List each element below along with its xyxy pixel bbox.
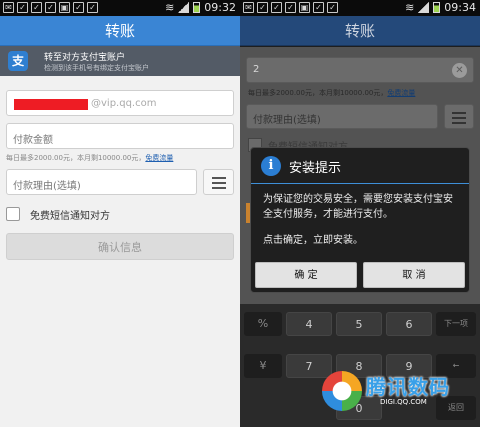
- dialog-message-2: 点击确定，立即安装。: [263, 235, 363, 246]
- notification-icons: ✉ ✓ ✓ ✓ ▣ ✓ ✓: [243, 2, 338, 13]
- check-icon: ✓: [73, 2, 84, 13]
- email-suffix: @vip.qq.com: [91, 98, 157, 109]
- watermark-url: DIGI.QQ.COM: [380, 398, 427, 406]
- check-icon: ✓: [313, 2, 324, 13]
- left-phone-screen: ✉ ✓ ✓ ✓ ▣ ✓ ✓ ≋ 09:32 转账 支 转至对方支付宝账户 检测到…: [0, 0, 240, 427]
- sms-label: 免费短信通知对方: [30, 210, 110, 222]
- limit-hint: 每日最多2000.00元，本月剩10000.00元，免费流量: [248, 89, 416, 97]
- battery-icon: [433, 2, 441, 13]
- list-icon: [452, 112, 466, 114]
- page-title: 转账: [0, 16, 240, 46]
- mail-icon: ✉: [3, 2, 14, 13]
- check-icon: ✓: [257, 2, 268, 13]
- check-icon: ✓: [285, 2, 296, 13]
- signal-icon: [178, 2, 190, 13]
- dialog-message: 为保证您的交易安全，需要您安装支付宝安全支付服务，才能进行支付。: [263, 194, 453, 220]
- reason-menu-button[interactable]: [203, 169, 234, 195]
- clear-icon[interactable]: ✕: [452, 63, 467, 78]
- watermark-text: 腾讯数码: [366, 375, 450, 399]
- reason-placeholder: 付款理由(选填): [253, 115, 321, 126]
- wifi-icon: ≋: [165, 1, 175, 14]
- confirm-button[interactable]: 确认信息: [6, 233, 234, 260]
- account-field[interactable]: @vip.qq.com: [6, 90, 234, 116]
- check-icon: ✓: [31, 2, 42, 13]
- app-icon: ▣: [299, 2, 310, 13]
- key-5[interactable]: 5: [336, 312, 382, 336]
- amount-input[interactable]: 2 ✕: [246, 57, 474, 83]
- check-icon: ✓: [45, 2, 56, 13]
- wifi-icon: ≋: [405, 1, 415, 14]
- alipay-banner: 支 转至对方支付宝账户 检测到该手机号有绑定支付宝账户: [0, 46, 240, 76]
- notification-icons: ✉ ✓ ✓ ✓ ▣ ✓ ✓: [3, 2, 98, 13]
- check-icon: ✓: [17, 2, 28, 13]
- limit-hint-text: 每日最多2000.00元，本月剩10000.00元: [6, 154, 139, 162]
- reason-input[interactable]: 付款理由(选填): [246, 104, 438, 129]
- reason-input[interactable]: 付款理由(选填): [6, 169, 197, 195]
- check-icon: ✓: [327, 2, 338, 13]
- check-icon: ✓: [271, 2, 282, 13]
- reason-placeholder: 付款理由(选填): [13, 181, 81, 192]
- redacted-account: [14, 99, 88, 110]
- page-title: 转账: [240, 16, 480, 46]
- mail-icon: ✉: [243, 2, 254, 13]
- right-phone-screen: ✉ ✓ ✓ ✓ ▣ ✓ ✓ ≋ 09:34 转账 2 ✕ 每日最多2000.00…: [240, 0, 480, 427]
- amount-placeholder: 付款金额: [13, 135, 53, 146]
- free-traffic-link[interactable]: 免费流量: [145, 154, 173, 162]
- sms-checkbox[interactable]: [6, 207, 20, 221]
- alipay-logo-icon: 支: [8, 51, 28, 71]
- clock: 09:32: [204, 1, 236, 14]
- banner-subtitle: 检测到该手机号有绑定支付宝账户: [44, 64, 149, 72]
- key-yen[interactable]: ¥: [244, 354, 282, 378]
- battery-icon: [193, 2, 201, 13]
- info-icon: i: [261, 156, 281, 176]
- tencent-digital-watermark: 腾讯数码 DIGI.QQ.COM: [322, 367, 468, 413]
- key-6[interactable]: 6: [386, 312, 432, 336]
- check-icon: ✓: [87, 2, 98, 13]
- limit-hint: 每日最多2000.00元，本月剩10000.00元，免费流量: [6, 154, 174, 162]
- free-traffic-link[interactable]: 免费流量: [387, 89, 415, 97]
- tencent-logo-icon: [322, 371, 362, 411]
- key-4[interactable]: 4: [286, 312, 332, 336]
- amount-value: 2: [253, 64, 260, 75]
- app-icon: ▣: [59, 2, 70, 13]
- banner-title: 转至对方支付宝账户: [44, 53, 126, 63]
- signal-icon: [418, 2, 430, 13]
- status-bar: ✉ ✓ ✓ ✓ ▣ ✓ ✓ ≋ 09:32: [0, 0, 240, 16]
- list-icon: [212, 177, 226, 192]
- key-percent[interactable]: %: [244, 312, 282, 336]
- ok-button[interactable]: 确 定: [255, 262, 357, 288]
- limit-hint-text: 每日最多2000.00元，本月剩10000.00元: [248, 89, 381, 97]
- install-dialog: i 安装提示 为保证您的交易安全，需要您安装支付宝安全支付服务，才能进行支付。 …: [250, 147, 470, 293]
- dialog-title: 安装提示: [289, 161, 342, 176]
- key-next[interactable]: 下一项: [436, 312, 476, 336]
- amount-input[interactable]: 付款金额: [6, 123, 234, 149]
- clock: 09:34: [444, 1, 476, 14]
- status-bar: ✉ ✓ ✓ ✓ ▣ ✓ ✓ ≋ 09:34: [240, 0, 480, 16]
- cancel-button[interactable]: 取 消: [363, 262, 465, 288]
- reason-menu-button[interactable]: [444, 104, 474, 129]
